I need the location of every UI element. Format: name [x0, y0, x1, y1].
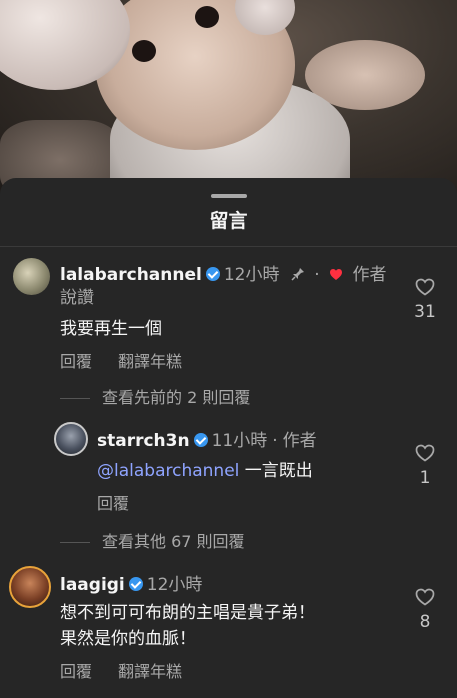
like-button[interactable]: 8: [410, 588, 440, 632]
reply-button[interactable]: 回覆: [60, 348, 92, 372]
comment-time: 11小時: [211, 431, 268, 451]
background-photo: [0, 0, 457, 200]
comment-time: 12小時: [146, 575, 203, 595]
username[interactable]: laagigi: [60, 575, 125, 595]
like-button[interactable]: 1: [410, 444, 440, 488]
avatar[interactable]: [54, 422, 88, 456]
translate-button[interactable]: 翻譯年糕: [118, 348, 182, 372]
verified-badge-icon: [193, 433, 208, 447]
verified-badge-icon: [205, 267, 220, 281]
verified-badge-icon: [128, 577, 143, 591]
heart-outline-icon: [415, 588, 435, 606]
comment-text-line2: 果然是你的血脈！: [60, 629, 196, 649]
like-button[interactable]: 31: [410, 278, 440, 322]
username[interactable]: lalabarchannel: [60, 265, 202, 285]
drag-handle[interactable]: [211, 194, 247, 198]
like-count: 1: [419, 468, 431, 488]
avatar[interactable]: [13, 258, 50, 295]
heart-outline-icon: [415, 444, 435, 462]
sheet-title: 留言: [209, 210, 248, 232]
comment-text-line1: 想不到可可布朗的主唱是貴子弟！: [60, 603, 315, 623]
like-count: 31: [414, 302, 436, 322]
divider: [0, 246, 457, 247]
username[interactable]: starrch3n: [97, 431, 190, 451]
reply-button[interactable]: 回覆: [97, 490, 129, 514]
reply-button[interactable]: 回覆: [60, 658, 92, 682]
author-liked-label: 作者: [352, 265, 387, 285]
comment-text: 我要再生一個: [60, 319, 162, 339]
author-label: 作者: [282, 431, 317, 451]
reply-text: @lalabarchannel 一言既出: [97, 461, 313, 481]
heart-icon: [329, 265, 348, 285]
author-liked-label-line2: 說讚: [60, 288, 94, 308]
comment-time: 12小時: [223, 265, 280, 285]
mention-link[interactable]: @lalabarchannel: [97, 461, 239, 481]
heart-outline-icon: [415, 278, 435, 296]
translate-button[interactable]: 翻譯年糕: [118, 658, 182, 682]
view-previous-replies[interactable]: 查看先前的 2 則回覆: [60, 384, 250, 408]
pin-icon: [291, 265, 310, 285]
avatar[interactable]: [9, 566, 51, 608]
comments-sheet: 留言 lalabarchannel 12小時 · 作者 說讚 我要再生一個 回覆 …: [0, 178, 457, 698]
like-count: 8: [419, 612, 431, 632]
view-more-replies[interactable]: 查看其他 67 則回覆: [60, 528, 245, 552]
